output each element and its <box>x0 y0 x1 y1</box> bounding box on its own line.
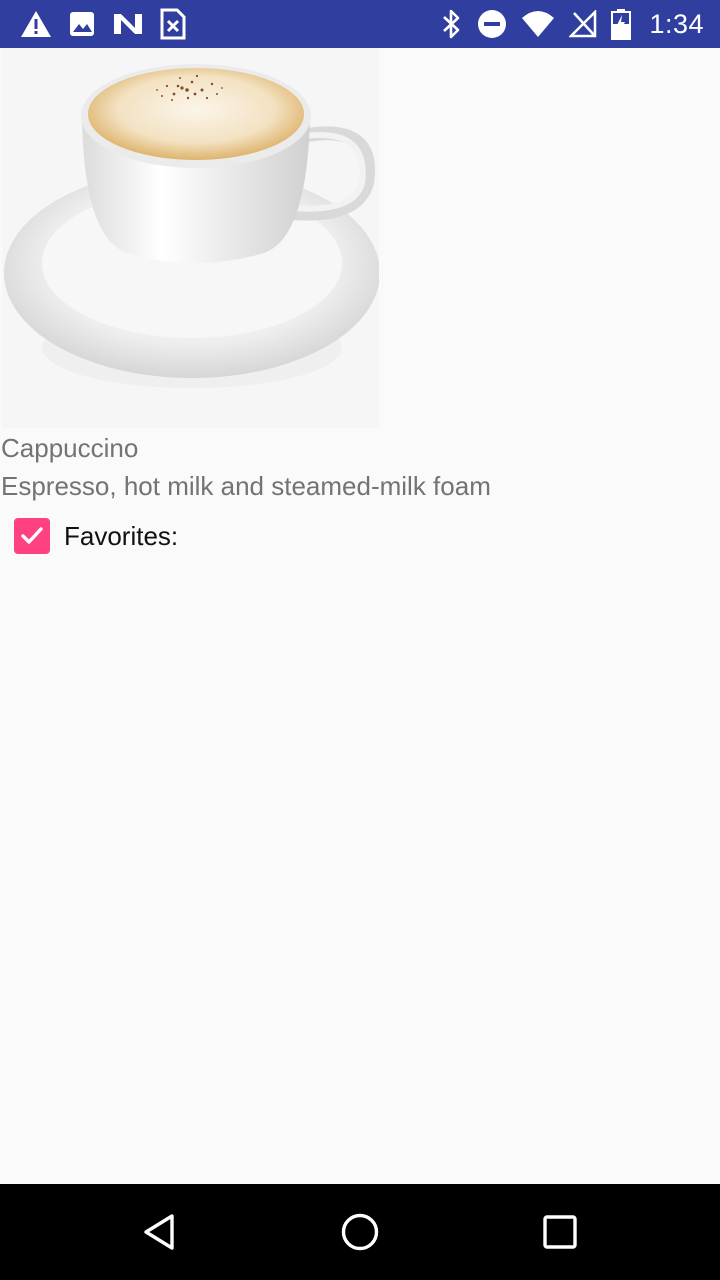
back-button[interactable] <box>136 1208 184 1256</box>
status-bar: 1:34 <box>0 0 720 48</box>
checkmark-icon <box>21 527 43 544</box>
coffee-detail: Cappuccino Espresso, hot milk and steame… <box>0 48 720 1184</box>
home-button[interactable] <box>336 1208 384 1256</box>
favorites-label[interactable]: Favorites: <box>64 521 178 552</box>
status-left-icons <box>20 8 186 40</box>
image-icon <box>68 10 96 38</box>
coffee-description: Espresso, hot milk and steamed-milk foam <box>1 471 491 501</box>
coffee-name: Cappuccino <box>1 433 139 463</box>
status-clock: 1:34 <box>649 8 704 39</box>
n-logo-icon <box>112 10 144 38</box>
battery-icon <box>611 8 632 40</box>
sim-error-icon <box>160 8 186 40</box>
favorites-checkbox-row[interactable]: Favorites: <box>14 518 178 554</box>
recents-icon <box>543 1215 577 1249</box>
cappuccino-cup-image <box>2 48 379 428</box>
back-icon <box>144 1214 174 1250</box>
favorites-checkbox[interactable] <box>14 518 50 554</box>
bluetooth-icon <box>441 9 463 39</box>
do-not-disturb-icon <box>477 9 507 39</box>
recents-button[interactable] <box>536 1208 584 1256</box>
status-right-icons: 1:34 <box>441 8 704 40</box>
navigation-bar <box>0 1184 720 1280</box>
app-screen: 1:34 Cappuccino Espresso, hot milk and s… <box>0 0 720 1280</box>
warning-icon <box>20 9 52 39</box>
wifi-icon <box>521 10 555 38</box>
signal-off-icon <box>569 10 597 38</box>
home-icon <box>341 1213 379 1251</box>
